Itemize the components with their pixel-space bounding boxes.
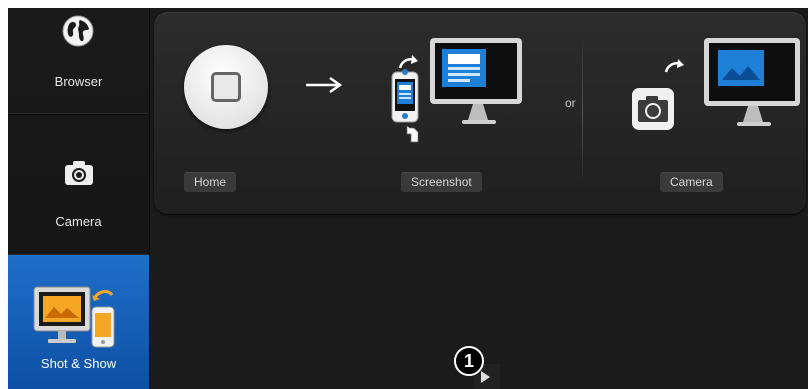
right-arrow-icon: [306, 76, 343, 94]
camera-label: Camera: [660, 172, 723, 192]
sidebar-item-shot-and-show[interactable]: Shot & Show: [8, 255, 149, 389]
globe-icon: [61, 14, 95, 51]
play-icon[interactable]: [481, 371, 490, 383]
sidebar-item-label: Shot & Show: [40, 356, 117, 371]
sidebar-item-label: Browser: [54, 74, 103, 89]
sidebar-item-camera[interactable]: Camera: [8, 116, 149, 254]
home-square-icon: [211, 72, 241, 102]
sidebar: Browser Camera Shot & Show: [8, 8, 150, 389]
or-label: or: [565, 96, 576, 110]
or-divider: [582, 36, 583, 186]
step-number-badge: 1: [454, 346, 484, 376]
screenshot-label: Screenshot: [401, 172, 482, 192]
main-panel: Home Screenshot or Camera: [150, 8, 808, 389]
camera-illustration: [632, 38, 800, 130]
sidebar-item-label: Camera: [55, 214, 102, 229]
sidebar-divider: [8, 113, 149, 115]
camera-icon: [64, 160, 94, 189]
instruction-card: Home Screenshot or Camera: [154, 12, 806, 214]
sidebar-item-browser[interactable]: Browser: [8, 8, 149, 113]
home-button-graphic: [184, 45, 268, 129]
screenshot-illustration: [391, 38, 522, 143]
app-frame: Browser Camera Shot & Show Home Screensh…: [8, 8, 808, 389]
shot-show-icon: [32, 283, 124, 356]
home-label: Home: [184, 172, 237, 192]
